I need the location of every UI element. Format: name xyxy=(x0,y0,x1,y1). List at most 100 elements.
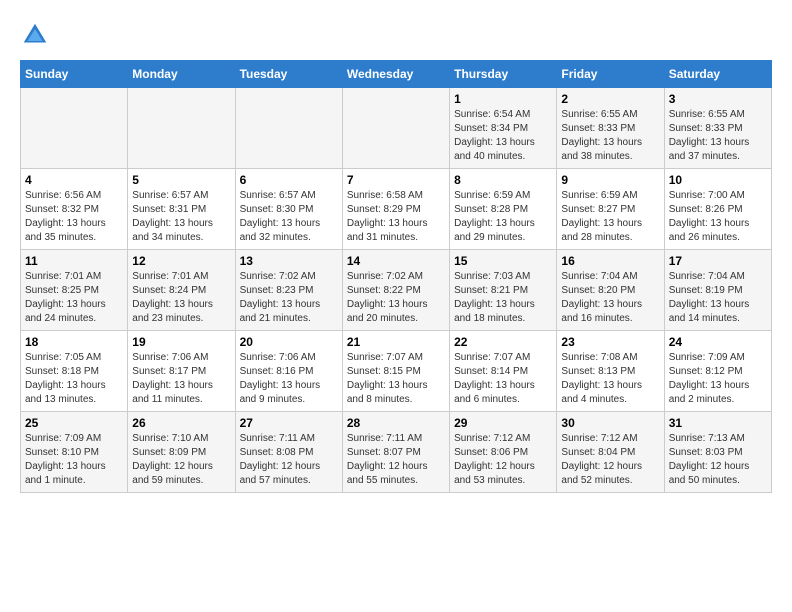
day-number: 25 xyxy=(25,416,123,430)
day-content: Sunrise: 7:03 AM Sunset: 8:21 PM Dayligh… xyxy=(454,270,552,326)
day-content: Sunrise: 7:06 AM Sunset: 8:16 PM Dayligh… xyxy=(240,351,338,407)
day-number: 12 xyxy=(132,254,230,268)
day-number: 7 xyxy=(347,173,445,187)
day-number: 16 xyxy=(561,254,659,268)
day-content: Sunrise: 7:13 AM Sunset: 8:03 PM Dayligh… xyxy=(669,432,767,488)
day-content: Sunrise: 7:01 AM Sunset: 8:25 PM Dayligh… xyxy=(25,270,123,326)
day-cell: 18Sunrise: 7:05 AM Sunset: 8:18 PM Dayli… xyxy=(21,331,128,412)
week-row-4: 18Sunrise: 7:05 AM Sunset: 8:18 PM Dayli… xyxy=(21,331,772,412)
logo xyxy=(20,20,54,50)
day-content: Sunrise: 7:12 AM Sunset: 8:04 PM Dayligh… xyxy=(561,432,659,488)
day-cell: 26 Sunrise: 7:10 AM Sunset: 8:09 PM Dayli… xyxy=(128,412,235,493)
header-cell-sunday: Sunday xyxy=(21,61,128,88)
day-cell: 21Sunrise: 7:07 AM Sunset: 8:15 PM Dayli… xyxy=(342,331,449,412)
week-row-3: 11 Sunrise: 7:01 AM Sunset: 8:25 PM Dayli… xyxy=(21,250,772,331)
day-number: 29 xyxy=(454,416,552,430)
day-content: Sunrise: 6:57 AM Sunset: 8:31 PM Dayligh… xyxy=(132,189,230,245)
week-row-2: 4 Sunrise: 6:56 AM Sunset: 8:32 PM Daylig… xyxy=(21,169,772,250)
day-content: Sunrise: 7:00 AM Sunset: 8:26 PM Dayligh… xyxy=(669,189,767,245)
week-row-1: 1 Sunrise: 6:54 AM Sunset: 8:34 PM Daylig… xyxy=(21,88,772,169)
header-cell-monday: Monday xyxy=(128,61,235,88)
day-cell: 10 Sunrise: 7:00 AM Sunset: 8:26 PM Dayli… xyxy=(664,169,771,250)
day-content: Sunrise: 6:58 AM Sunset: 8:29 PM Dayligh… xyxy=(347,189,445,245)
header-cell-tuesday: Tuesday xyxy=(235,61,342,88)
day-number: 11 xyxy=(25,254,123,268)
day-cell: 11 Sunrise: 7:01 AM Sunset: 8:25 PM Dayli… xyxy=(21,250,128,331)
day-cell: 16Sunrise: 7:04 AM Sunset: 8:20 PM Dayli… xyxy=(557,250,664,331)
day-content: Sunrise: 7:11 AM Sunset: 8:07 PM Dayligh… xyxy=(347,432,445,488)
day-number: 20 xyxy=(240,335,338,349)
day-cell: 6 Sunrise: 6:57 AM Sunset: 8:30 PM Daylig… xyxy=(235,169,342,250)
day-content: Sunrise: 7:07 AM Sunset: 8:15 PM Dayligh… xyxy=(347,351,445,407)
day-content: Sunrise: 7:09 AM Sunset: 8:12 PM Dayligh… xyxy=(669,351,767,407)
day-content: Sunrise: 6:54 AM Sunset: 8:34 PM Dayligh… xyxy=(454,108,552,164)
day-content: Sunrise: 7:12 AM Sunset: 8:06 PM Dayligh… xyxy=(454,432,552,488)
day-number: 27 xyxy=(240,416,338,430)
day-cell: 19 Sunrise: 7:06 AM Sunset: 8:17 PM Dayli… xyxy=(128,331,235,412)
day-cell: 23Sunrise: 7:08 AM Sunset: 8:13 PM Dayli… xyxy=(557,331,664,412)
day-number: 2 xyxy=(561,92,659,106)
day-number: 13 xyxy=(240,254,338,268)
calendar-body: 1 Sunrise: 6:54 AM Sunset: 8:34 PM Daylig… xyxy=(21,88,772,493)
day-cell: 7 Sunrise: 6:58 AM Sunset: 8:29 PM Daylig… xyxy=(342,169,449,250)
day-cell xyxy=(235,88,342,169)
day-number: 8 xyxy=(454,173,552,187)
day-number: 22 xyxy=(454,335,552,349)
day-cell: 8 Sunrise: 6:59 AM Sunset: 8:28 PM Daylig… xyxy=(450,169,557,250)
day-number: 6 xyxy=(240,173,338,187)
day-cell: 3 Sunrise: 6:55 AM Sunset: 8:33 PM Daylig… xyxy=(664,88,771,169)
day-number: 26 xyxy=(132,416,230,430)
day-cell: 5Sunrise: 6:57 AM Sunset: 8:31 PM Daylig… xyxy=(128,169,235,250)
day-cell: 13 Sunrise: 7:02 AM Sunset: 8:23 PM Dayli… xyxy=(235,250,342,331)
day-cell: 12Sunrise: 7:01 AM Sunset: 8:24 PM Dayli… xyxy=(128,250,235,331)
page-header xyxy=(20,20,772,50)
week-row-5: 25 Sunrise: 7:09 AM Sunset: 8:10 PM Dayli… xyxy=(21,412,772,493)
day-number: 28 xyxy=(347,416,445,430)
day-number: 19 xyxy=(132,335,230,349)
day-content: Sunrise: 6:55 AM Sunset: 8:33 PM Dayligh… xyxy=(669,108,767,164)
day-cell xyxy=(128,88,235,169)
day-cell: 22 Sunrise: 7:07 AM Sunset: 8:14 PM Dayli… xyxy=(450,331,557,412)
day-cell: 4 Sunrise: 6:56 AM Sunset: 8:32 PM Daylig… xyxy=(21,169,128,250)
day-content: Sunrise: 7:02 AM Sunset: 8:23 PM Dayligh… xyxy=(240,270,338,326)
day-cell: 15 Sunrise: 7:03 AM Sunset: 8:21 PM Dayli… xyxy=(450,250,557,331)
day-cell: 1 Sunrise: 6:54 AM Sunset: 8:34 PM Daylig… xyxy=(450,88,557,169)
calendar-table: SundayMondayTuesdayWednesdayThursdayFrid… xyxy=(20,60,772,493)
day-content: Sunrise: 7:10 AM Sunset: 8:09 PM Dayligh… xyxy=(132,432,230,488)
day-number: 18 xyxy=(25,335,123,349)
day-number: 14 xyxy=(347,254,445,268)
day-content: Sunrise: 7:07 AM Sunset: 8:14 PM Dayligh… xyxy=(454,351,552,407)
day-cell: 25 Sunrise: 7:09 AM Sunset: 8:10 PM Dayli… xyxy=(21,412,128,493)
day-number: 1 xyxy=(454,92,552,106)
day-number: 15 xyxy=(454,254,552,268)
day-cell xyxy=(342,88,449,169)
day-content: Sunrise: 6:57 AM Sunset: 8:30 PM Dayligh… xyxy=(240,189,338,245)
day-content: Sunrise: 7:06 AM Sunset: 8:17 PM Dayligh… xyxy=(132,351,230,407)
day-cell: 14Sunrise: 7:02 AM Sunset: 8:22 PM Dayli… xyxy=(342,250,449,331)
day-content: Sunrise: 7:08 AM Sunset: 8:13 PM Dayligh… xyxy=(561,351,659,407)
day-number: 4 xyxy=(25,173,123,187)
day-number: 10 xyxy=(669,173,767,187)
header-row: SundayMondayTuesdayWednesdayThursdayFrid… xyxy=(21,61,772,88)
logo-icon xyxy=(20,20,50,50)
day-cell xyxy=(21,88,128,169)
day-cell: 17 Sunrise: 7:04 AM Sunset: 8:19 PM Dayli… xyxy=(664,250,771,331)
day-number: 3 xyxy=(669,92,767,106)
day-content: Sunrise: 6:59 AM Sunset: 8:28 PM Dayligh… xyxy=(454,189,552,245)
day-number: 24 xyxy=(669,335,767,349)
day-cell: 24 Sunrise: 7:09 AM Sunset: 8:12 PM Dayli… xyxy=(664,331,771,412)
day-content: Sunrise: 7:11 AM Sunset: 8:08 PM Dayligh… xyxy=(240,432,338,488)
day-cell: 28 Sunrise: 7:11 AM Sunset: 8:07 PM Dayli… xyxy=(342,412,449,493)
day-content: Sunrise: 7:04 AM Sunset: 8:19 PM Dayligh… xyxy=(669,270,767,326)
day-number: 9 xyxy=(561,173,659,187)
day-number: 31 xyxy=(669,416,767,430)
day-cell: 20 Sunrise: 7:06 AM Sunset: 8:16 PM Dayli… xyxy=(235,331,342,412)
header-cell-wednesday: Wednesday xyxy=(342,61,449,88)
day-number: 17 xyxy=(669,254,767,268)
day-content: Sunrise: 7:09 AM Sunset: 8:10 PM Dayligh… xyxy=(25,432,123,488)
day-cell: 31 Sunrise: 7:13 AM Sunset: 8:03 PM Dayli… xyxy=(664,412,771,493)
header-cell-friday: Friday xyxy=(557,61,664,88)
day-content: Sunrise: 6:56 AM Sunset: 8:32 PM Dayligh… xyxy=(25,189,123,245)
day-number: 30 xyxy=(561,416,659,430)
calendar-header: SundayMondayTuesdayWednesdayThursdayFrid… xyxy=(21,61,772,88)
